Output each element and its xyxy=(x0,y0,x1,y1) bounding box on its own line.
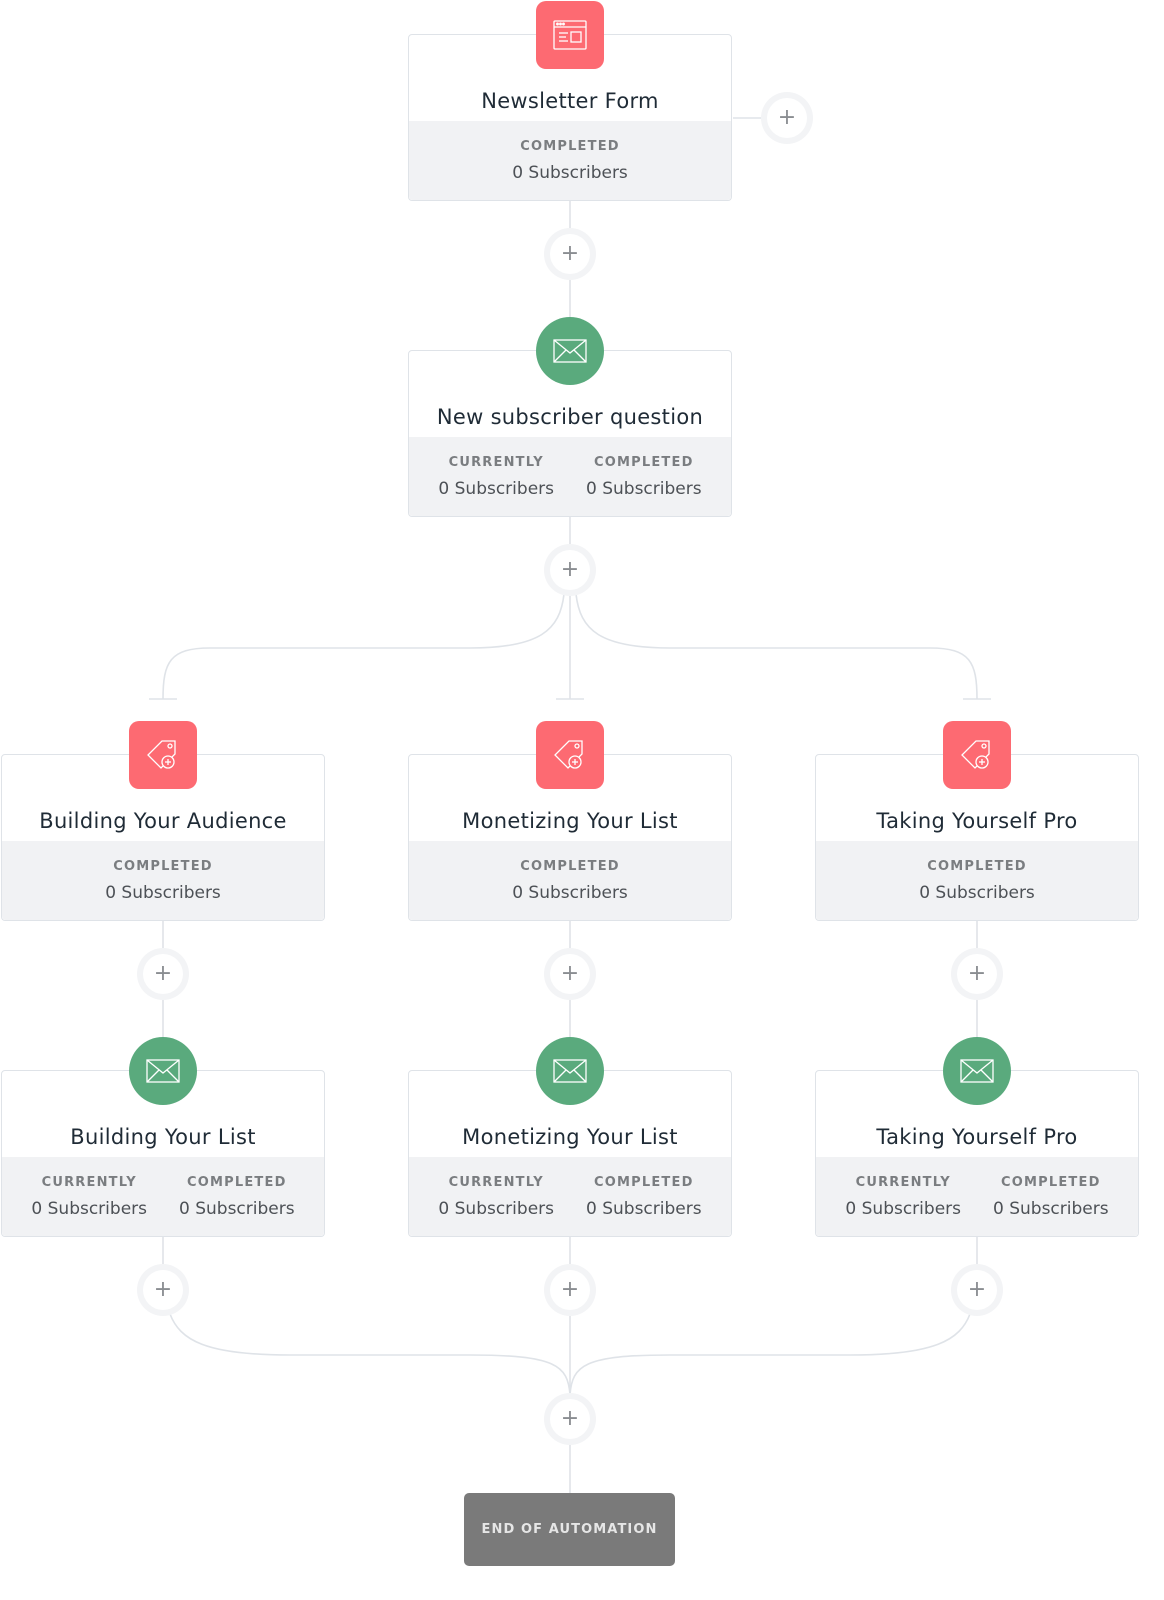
stat-completed: COMPLETED 0 Subscribers xyxy=(512,859,628,903)
stat-value: 0 Subscribers xyxy=(179,1198,295,1219)
stat-label: CURRENTLY xyxy=(41,1174,137,1190)
stat-label: COMPLETED xyxy=(1001,1174,1101,1190)
tag-card-monetizing-your-list[interactable]: Monetizing Your List COMPLETED 0 Subscri… xyxy=(408,721,732,921)
add-step-button[interactable]: + xyxy=(544,544,596,596)
stat-value: 0 Subscribers xyxy=(845,1198,961,1219)
plus-icon: + xyxy=(143,1270,183,1310)
stat-label: CURRENTLY xyxy=(448,1174,544,1190)
plus-icon: + xyxy=(550,550,590,590)
stat-currently: CURRENTLY 0 Subscribers xyxy=(438,1175,554,1219)
card-title: Building Your Audience xyxy=(39,809,287,833)
stat-label: COMPLETED xyxy=(520,138,620,154)
add-step-button[interactable]: + xyxy=(544,948,596,1000)
trigger-card-newsletter-form[interactable]: Newsletter Form COMPLETED 0 Subscribers xyxy=(408,1,732,201)
tag-card-building-your-audience[interactable]: Building Your Audience COMPLETED 0 Subsc… xyxy=(1,721,325,921)
stat-value: 0 Subscribers xyxy=(105,882,221,903)
merge-right xyxy=(569,1313,971,1396)
stat-completed: COMPLETED 0 Subscribers xyxy=(179,1175,295,1219)
stat-label: COMPLETED xyxy=(927,858,1027,874)
stat-value: 0 Subscribers xyxy=(512,162,628,183)
automation-canvas: Newsletter Form COMPLETED 0 Subscribers … xyxy=(0,0,1164,1600)
add-step-button[interactable]: + xyxy=(951,948,1003,1000)
add-step-button[interactable]: + xyxy=(544,1264,596,1316)
card-title: Taking Yourself Pro xyxy=(876,809,1078,833)
stat-currently: CURRENTLY 0 Subscribers xyxy=(845,1175,961,1219)
add-step-button[interactable]: + xyxy=(137,1264,189,1316)
branch-right xyxy=(575,593,978,700)
plus-icon: + xyxy=(550,954,590,994)
card-title: Monetizing Your List xyxy=(462,1125,678,1149)
tag-add-icon xyxy=(943,721,1011,789)
stat-value: 0 Subscribers xyxy=(993,1198,1109,1219)
email-card-monetizing-your-list[interactable]: Monetizing Your List CURRENTLY 0 Subscri… xyxy=(408,1037,732,1237)
email-card-building-your-list[interactable]: Building Your List CURRENTLY 0 Subscribe… xyxy=(1,1037,325,1237)
stat-value: 0 Subscribers xyxy=(919,882,1035,903)
stat-value: 0 Subscribers xyxy=(512,882,628,903)
tag-add-icon xyxy=(129,721,197,789)
stat-currently: CURRENTLY 0 Subscribers xyxy=(438,455,554,499)
stat-value: 0 Subscribers xyxy=(31,1198,147,1219)
stat-label: COMPLETED xyxy=(520,858,620,874)
stat-label: CURRENTLY xyxy=(448,454,544,470)
envelope-icon xyxy=(536,317,604,385)
email-card-new-subscriber-question[interactable]: New subscriber question CURRENTLY 0 Subs… xyxy=(408,317,732,517)
branch-left xyxy=(162,593,565,700)
plus-icon: + xyxy=(957,954,997,994)
tag-add-icon xyxy=(536,721,604,789)
stat-completed: COMPLETED 0 Subscribers xyxy=(586,1175,702,1219)
stat-completed: COMPLETED 0 Subscribers xyxy=(919,859,1035,903)
stat-completed: COMPLETED 0 Subscribers xyxy=(586,455,702,499)
email-card-taking-yourself-pro[interactable]: Taking Yourself Pro CURRENTLY 0 Subscrib… xyxy=(815,1037,1139,1237)
envelope-icon xyxy=(129,1037,197,1105)
stat-value: 0 Subscribers xyxy=(586,478,702,499)
stat-currently: CURRENTLY 0 Subscribers xyxy=(31,1175,147,1219)
envelope-icon xyxy=(536,1037,604,1105)
plus-icon: + xyxy=(957,1270,997,1310)
add-step-button[interactable]: + xyxy=(544,228,596,280)
envelope-icon xyxy=(943,1037,1011,1105)
end-label: END OF AUTOMATION xyxy=(481,1522,658,1537)
merge-left xyxy=(169,1313,571,1396)
card-title: Newsletter Form xyxy=(481,89,659,113)
plus-icon: + xyxy=(550,1270,590,1310)
tag-card-taking-yourself-pro[interactable]: Taking Yourself Pro COMPLETED 0 Subscrib… xyxy=(815,721,1139,921)
add-trigger-button[interactable]: + xyxy=(761,92,813,144)
stat-label: COMPLETED xyxy=(594,454,694,470)
stat-completed: COMPLETED 0 Subscribers xyxy=(512,139,628,183)
stat-value: 0 Subscribers xyxy=(586,1198,702,1219)
plus-icon: + xyxy=(767,98,807,138)
stat-value: 0 Subscribers xyxy=(438,478,554,499)
stat-value: 0 Subscribers xyxy=(438,1198,554,1219)
add-step-button[interactable]: + xyxy=(951,1264,1003,1316)
stat-label: COMPLETED xyxy=(594,1174,694,1190)
plus-icon: + xyxy=(143,954,183,994)
stat-completed: COMPLETED 0 Subscribers xyxy=(105,859,221,903)
end-of-automation: END OF AUTOMATION xyxy=(464,1493,675,1566)
stat-label: COMPLETED xyxy=(113,858,213,874)
card-title: Taking Yourself Pro xyxy=(876,1125,1078,1149)
stat-label: CURRENTLY xyxy=(855,1174,951,1190)
plus-icon: + xyxy=(550,234,590,274)
form-icon xyxy=(536,1,604,69)
add-step-button[interactable]: + xyxy=(137,948,189,1000)
add-step-button[interactable]: + xyxy=(544,1393,596,1445)
card-title: Building Your List xyxy=(70,1125,256,1149)
plus-icon: + xyxy=(550,1399,590,1439)
card-title: Monetizing Your List xyxy=(462,809,678,833)
stat-label: COMPLETED xyxy=(187,1174,287,1190)
card-title: New subscriber question xyxy=(436,405,704,429)
stat-completed: COMPLETED 0 Subscribers xyxy=(993,1175,1109,1219)
